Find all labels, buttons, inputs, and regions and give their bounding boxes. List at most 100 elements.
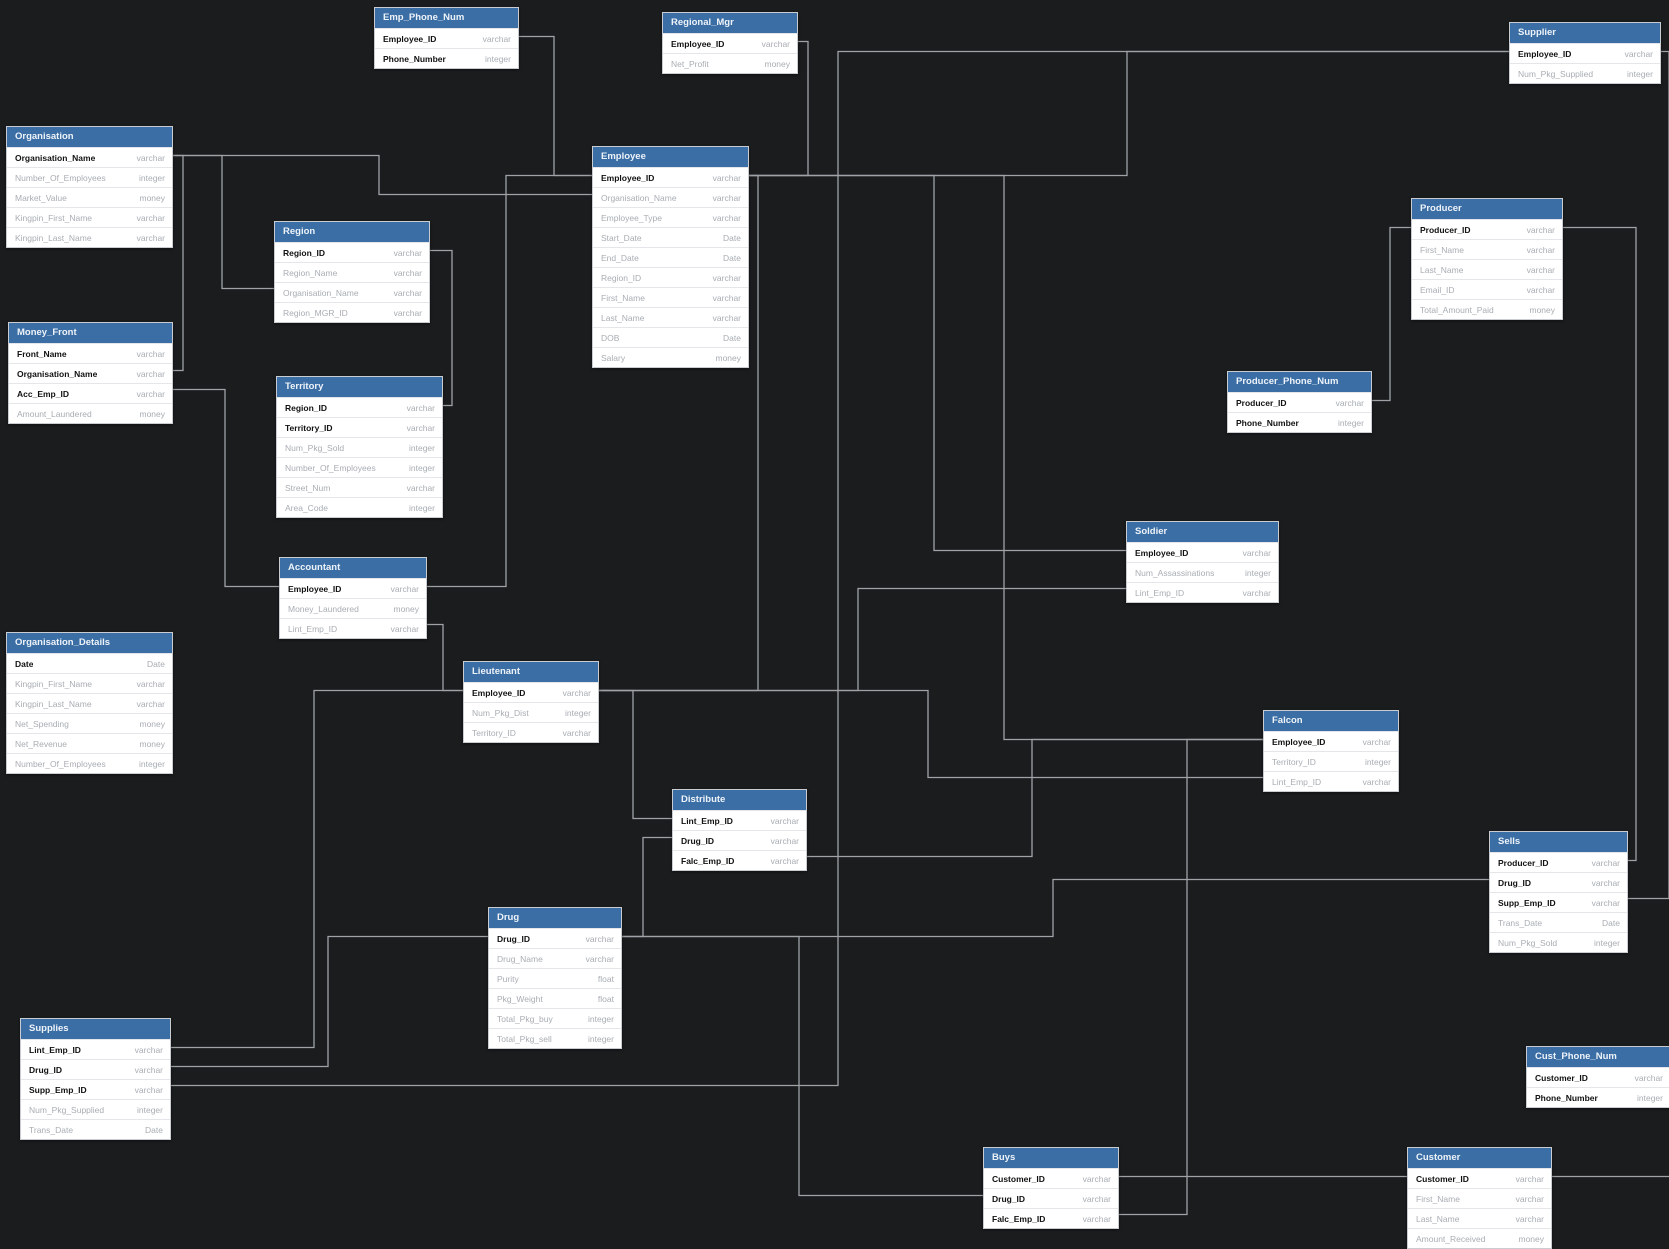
table-supplier[interactable]: Supplier Employee_ID varchar Num_Pkg_Suppli… [1509, 22, 1661, 84]
column-row[interactable]: Kingpin_First_Name varchar [7, 207, 172, 227]
column-row[interactable]: Lint_Emp_ID varchar [21, 1039, 170, 1059]
column-row[interactable]: Employee_ID varchar [375, 28, 518, 48]
column-row[interactable]: Num_Pkg_Dist integer [464, 702, 598, 722]
column-row[interactable]: Region_Name varchar [275, 262, 429, 282]
column-row[interactable]: Number_Of_Employees integer [277, 457, 442, 477]
column-row[interactable]: Drug_ID varchar [984, 1188, 1118, 1208]
table-title[interactable]: Sells [1490, 832, 1627, 852]
table-title[interactable]: Cust_Phone_Num [1527, 1047, 1669, 1067]
table-title[interactable]: Territory [277, 377, 442, 397]
column-row[interactable]: Customer_ID varchar [1527, 1067, 1669, 1087]
column-row[interactable]: Organisation_Name varchar [275, 282, 429, 302]
column-row[interactable]: Employee_ID varchar [593, 167, 748, 187]
table-title[interactable]: Producer [1412, 199, 1562, 219]
er-diagram-canvas[interactable]: Emp_Phone_Num Employee_ID varchar Phone_Num… [0, 0, 1669, 1249]
column-row[interactable]: Amount_Laundered money [9, 403, 172, 423]
column-row[interactable]: Territory_ID varchar [464, 722, 598, 742]
column-row[interactable]: Front_Name varchar [9, 343, 172, 363]
column-row[interactable]: First_Name varchar [593, 287, 748, 307]
column-row[interactable]: Employee_ID varchar [1264, 731, 1398, 751]
column-row[interactable]: DOB Date [593, 327, 748, 347]
table-title[interactable]: Supplies [21, 1019, 170, 1039]
column-row[interactable]: Num_Pkg_Sold integer [1490, 932, 1627, 952]
column-row[interactable]: Num_Pkg_Sold integer [277, 437, 442, 457]
column-row[interactable]: Start_Date Date [593, 227, 748, 247]
column-row[interactable]: Employee_ID varchar [280, 578, 426, 598]
column-row[interactable]: Market_Value money [7, 187, 172, 207]
table-title[interactable]: Region [275, 222, 429, 242]
column-row[interactable]: Region_ID varchar [275, 242, 429, 262]
column-row[interactable]: Drug_ID varchar [673, 830, 806, 850]
table-region[interactable]: Region Region_ID varchar Region_Name varchar… [274, 221, 430, 323]
column-row[interactable]: Employee_ID varchar [1510, 43, 1660, 63]
column-row[interactable]: Money_Laundered money [280, 598, 426, 618]
column-row[interactable]: Acc_Emp_ID varchar [9, 383, 172, 403]
table-title[interactable]: Producer_Phone_Num [1228, 372, 1371, 392]
column-row[interactable]: Total_Pkg_sell integer [489, 1028, 621, 1048]
table-accountant[interactable]: Accountant Employee_ID varchar Money_Launde… [279, 557, 427, 639]
column-row[interactable]: Pkg_Weight float [489, 988, 621, 1008]
column-row[interactable]: Organisation_Name varchar [9, 363, 172, 383]
column-row[interactable]: Net_Profit money [663, 53, 797, 73]
column-row[interactable]: Producer_ID varchar [1228, 392, 1371, 412]
table-producer[interactable]: Producer Producer_ID varchar First_Name varc… [1411, 198, 1563, 320]
table-buys[interactable]: Buys Customer_ID varchar Drug_ID varchar Falc… [983, 1147, 1119, 1229]
column-row[interactable]: Region_ID varchar [277, 397, 442, 417]
column-row[interactable]: Area_Code integer [277, 497, 442, 517]
column-row[interactable]: Kingpin_First_Name varchar [7, 673, 172, 693]
column-row[interactable]: Supp_Emp_ID varchar [1490, 892, 1627, 912]
table-money-front[interactable]: Money_Front Front_Name varchar Organisation… [8, 322, 173, 424]
column-row[interactable]: Drug_ID varchar [489, 928, 621, 948]
column-row[interactable]: Drug_ID varchar [21, 1059, 170, 1079]
table-title[interactable]: Falcon [1264, 711, 1398, 731]
table-title[interactable]: Money_Front [9, 323, 172, 343]
column-row[interactable]: Lint_Emp_ID varchar [1127, 582, 1278, 602]
table-title[interactable]: Customer [1408, 1148, 1551, 1168]
table-drug[interactable]: Drug Drug_ID varchar Drug_Name varchar Purity… [488, 907, 622, 1049]
column-row[interactable]: Salary money [593, 347, 748, 367]
table-lieutenant[interactable]: Lieutenant Employee_ID varchar Num_Pkg_Dist… [463, 661, 599, 743]
column-row[interactable]: Falc_Emp_ID varchar [984, 1208, 1118, 1228]
table-title[interactable]: Buys [984, 1148, 1118, 1168]
column-row[interactable]: Organisation_Name varchar [7, 147, 172, 167]
table-supplies[interactable]: Supplies Lint_Emp_ID varchar Drug_ID varchar… [20, 1018, 171, 1140]
table-title[interactable]: Soldier [1127, 522, 1278, 542]
column-row[interactable]: Net_Spending money [7, 713, 172, 733]
table-sells[interactable]: Sells Producer_ID varchar Drug_ID varchar Sup… [1489, 831, 1628, 953]
column-row[interactable]: Falc_Emp_ID varchar [673, 850, 806, 870]
table-title[interactable]: Lieutenant [464, 662, 598, 682]
column-row[interactable]: Phone_Number integer [1228, 412, 1371, 432]
column-row[interactable]: Phone_Number integer [375, 48, 518, 68]
column-row[interactable]: Customer_ID varchar [1408, 1168, 1551, 1188]
table-soldier[interactable]: Soldier Employee_ID varchar Num_Assassinati… [1126, 521, 1279, 603]
column-row[interactable]: Drug_ID varchar [1490, 872, 1627, 892]
column-row[interactable]: Number_Of_Employees integer [7, 167, 172, 187]
table-cust-phone-num[interactable]: Cust_Phone_Num Customer_ID varchar Phone_Nu… [1526, 1046, 1669, 1108]
table-producer-phone-num[interactable]: Producer_Phone_Num Producer_ID varchar Phon… [1227, 371, 1372, 433]
table-territory[interactable]: Territory Region_ID varchar Territory_ID var… [276, 376, 443, 518]
table-employee[interactable]: Employee Employee_ID varchar Organisation_N… [592, 146, 749, 368]
column-row[interactable]: Email_ID varchar [1412, 279, 1562, 299]
column-row[interactable]: Producer_ID varchar [1490, 852, 1627, 872]
column-row[interactable]: Customer_ID varchar [984, 1168, 1118, 1188]
column-row[interactable]: Num_Pkg_Supplied integer [21, 1099, 170, 1119]
column-row[interactable]: End_Date Date [593, 247, 748, 267]
column-row[interactable]: Num_Assassinations integer [1127, 562, 1278, 582]
table-title[interactable]: Supplier [1510, 23, 1660, 43]
column-row[interactable]: Total_Pkg_buy integer [489, 1008, 621, 1028]
table-organisation-details[interactable]: Organisation_Details Date Date Kingpin_Firs… [6, 632, 173, 774]
column-row[interactable]: Employee_ID varchar [663, 33, 797, 53]
column-row[interactable]: Trans_Date Date [21, 1119, 170, 1139]
table-customer[interactable]: Customer Customer_ID varchar First_Name varc… [1407, 1147, 1552, 1249]
column-row[interactable]: Employee_ID varchar [464, 682, 598, 702]
table-regional-mgr[interactable]: Regional_Mgr Employee_ID varchar Net_Profit… [662, 12, 798, 74]
table-distribute[interactable]: Distribute Lint_Emp_ID varchar Drug_ID varch… [672, 789, 807, 871]
column-row[interactable]: Date Date [7, 653, 172, 673]
column-row[interactable]: Street_Num varchar [277, 477, 442, 497]
column-row[interactable]: Supp_Emp_ID varchar [21, 1079, 170, 1099]
table-title[interactable]: Accountant [280, 558, 426, 578]
table-emp-phone-num[interactable]: Emp_Phone_Num Employee_ID varchar Phone_Num… [374, 7, 519, 69]
column-row[interactable]: Trans_Date Date [1490, 912, 1627, 932]
column-row[interactable]: Last_Name varchar [593, 307, 748, 327]
column-row[interactable]: Organisation_Name varchar [593, 187, 748, 207]
